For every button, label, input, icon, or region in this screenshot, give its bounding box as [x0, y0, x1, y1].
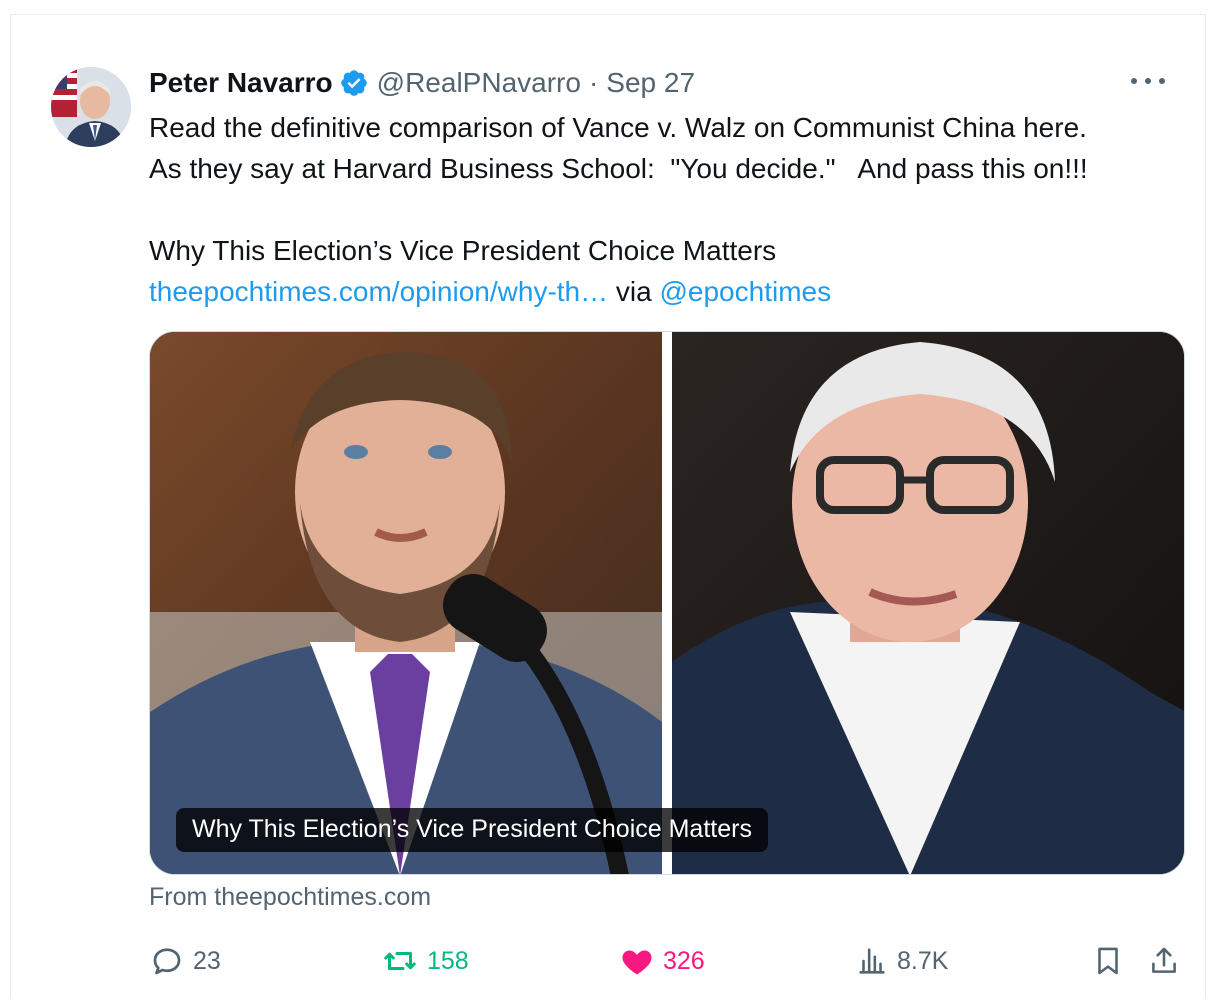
views-button[interactable]: 8.7K: [855, 933, 948, 989]
tweet-header: Peter Navarro @RealPNavarro · Sep 27: [149, 61, 695, 105]
avatar-image: [51, 67, 131, 147]
tweet-date[interactable]: Sep 27: [606, 67, 695, 99]
tweet-text-line-2: As they say at Harvard Business School: …: [149, 153, 1088, 184]
action-bar: 23 158 326 8.7K: [149, 933, 1189, 989]
link-card-caption: Why This Election’s Vice President Choic…: [176, 808, 768, 852]
retweet-button[interactable]: 158: [381, 933, 469, 989]
retweet-count: 158: [427, 946, 469, 975]
via-text: via: [615, 276, 652, 307]
link-card-image[interactable]: Why This Election’s Vice President Choic…: [149, 331, 1185, 875]
heart-icon: [622, 950, 652, 975]
author-name[interactable]: Peter Navarro: [149, 67, 333, 99]
more-dot: [1145, 78, 1151, 84]
tweet-card[interactable]: Peter Navarro @RealPNavarro · Sep 27 Rea…: [10, 14, 1206, 998]
avatar[interactable]: [51, 67, 131, 147]
bookmark-button[interactable]: [1091, 933, 1133, 989]
share-button[interactable]: [1147, 933, 1189, 989]
link-source[interactable]: From theepochtimes.com: [149, 883, 431, 912]
meta-separator: ·: [588, 67, 599, 98]
like-button[interactable]: 326: [619, 933, 705, 989]
article-title: Why This Election’s Vice President Choic…: [149, 235, 777, 266]
retweet-icon: [384, 952, 416, 970]
views-chart-icon: [859, 948, 885, 974]
tweet-text: Read the definitive comparison of Vance …: [149, 107, 1199, 312]
more-dot: [1159, 78, 1165, 84]
bookmark-icon: [1098, 947, 1118, 975]
share-icon: [1152, 947, 1176, 973]
more-options-icon[interactable]: [1131, 71, 1165, 91]
article-link[interactable]: theepochtimes.com/opinion/why-th…: [149, 276, 608, 307]
via-handle-link[interactable]: @epochtimes: [659, 276, 831, 307]
reply-count: 23: [193, 946, 221, 975]
reply-button[interactable]: 23: [149, 933, 221, 989]
like-count: 326: [663, 946, 705, 975]
verified-badge-icon: [340, 70, 367, 96]
reply-icon: [153, 948, 181, 975]
more-dot: [1131, 78, 1137, 84]
article-photo: [150, 332, 1184, 874]
tweet-text-line-1: Read the definitive comparison of Vance …: [149, 112, 1087, 143]
views-count: 8.7K: [897, 946, 949, 975]
author-handle[interactable]: @RealPNavarro: [377, 67, 581, 99]
